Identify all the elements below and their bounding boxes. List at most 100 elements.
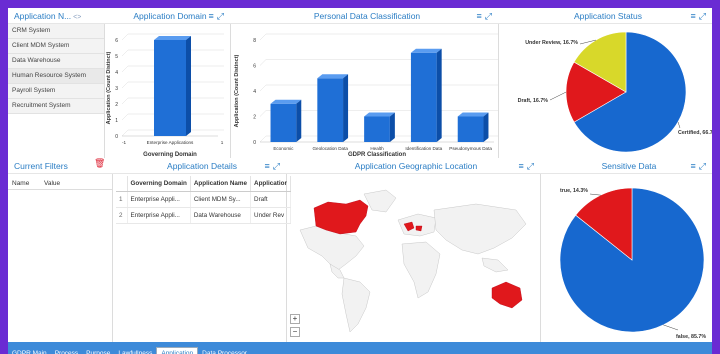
bar-top[interactable] (270, 99, 302, 104)
grid-line (259, 84, 267, 92)
app-list-item[interactable]: CRM System (8, 24, 104, 39)
details-cell-domain: Enterprise Appli... (127, 207, 191, 224)
y-tick-label: 6 (115, 38, 118, 44)
bar-side[interactable] (296, 99, 302, 142)
tab-process[interactable]: Process (51, 348, 82, 354)
bar-front[interactable] (154, 40, 186, 136)
bar-front[interactable] (364, 116, 390, 143)
trash-icon[interactable]: 🗑 (94, 158, 105, 169)
tab-purpose[interactable]: Purpose (82, 348, 114, 354)
grid-line (121, 129, 129, 137)
bar[interactable] (410, 48, 442, 142)
expand-icon[interactable]: ⤢ (699, 161, 706, 171)
x-tick-label: Geolocation Data (312, 146, 348, 151)
tab-bar: GDPR Main Process Purpose Lawfullness Applic… (8, 342, 712, 354)
app-list-item[interactable]: Client MDM System (8, 39, 104, 54)
tab-data-processor[interactable]: Data Processor (198, 348, 251, 354)
bar-side[interactable] (483, 112, 489, 143)
y-tick-label: 2 (115, 102, 118, 108)
y-tick-label: 0 (115, 134, 118, 140)
sensitive-pie-chart: false, 85.7% true, 14.3% (559, 187, 706, 340)
grid-line (121, 33, 129, 41)
y-tick-label: 4 (253, 89, 256, 95)
menu-icon[interactable]: ≡ (265, 161, 270, 171)
grid-line (259, 59, 267, 66)
details-column-header[interactable]: Applicatior (250, 176, 291, 192)
pie-label: Draft, 16.7% (518, 98, 549, 104)
menu-icon[interactable]: ≡ (691, 11, 696, 21)
app-domain-chart: 0 1 2 3 4 5 6 Enterprise Applications Applicatio… (106, 33, 224, 158)
zoom-in-button[interactable]: + (290, 314, 300, 324)
menu-icon[interactable]: ≡ (519, 161, 524, 171)
bar[interactable] (317, 74, 349, 142)
bar-side[interactable] (186, 36, 191, 136)
grid-line (259, 33, 267, 41)
menu-icon[interactable]: ≡ (691, 161, 696, 171)
x-tick-label: Enterprise Applications (147, 140, 194, 145)
personal-data-chart: 0 2 4 6 8 Economic Geolocation Data Health Ident… (234, 33, 498, 158)
grid-line (121, 65, 129, 73)
resize-arrows-icon[interactable]: <> (73, 14, 81, 21)
world-map[interactable] (286, 174, 540, 342)
filters-header: Name Value (8, 178, 112, 190)
details-cell-idx: 1 (116, 191, 128, 208)
tab-gdpr-main[interactable]: GDPR Main (8, 348, 51, 354)
bar[interactable] (364, 112, 395, 143)
dashboard: Application N... <> CRM System Client MDM … (8, 8, 712, 354)
app-list-item[interactable]: Payroll System (8, 84, 104, 99)
australia-highlight (491, 281, 523, 309)
south-america-shape (341, 277, 371, 333)
bar-top[interactable] (410, 48, 442, 53)
y-tick-label: 4 (115, 70, 118, 76)
bar-front[interactable] (457, 116, 484, 143)
expand-icon[interactable]: ⤢ (527, 161, 534, 171)
bar-side[interactable] (436, 48, 442, 142)
y-tick-label: 1 (115, 118, 118, 124)
details-cell-name: Client MDM Sy... (190, 191, 252, 208)
bar-top[interactable] (317, 74, 349, 79)
bar[interactable] (154, 36, 191, 136)
bar-side[interactable] (343, 74, 349, 142)
north-america-shape (299, 225, 365, 271)
africa-shape (401, 241, 441, 299)
bar-top[interactable] (154, 36, 191, 40)
pie-label: true, 14.3% (560, 188, 588, 194)
bar-top[interactable] (364, 112, 395, 117)
status-pie-chart: Certified, 66.7% Draft, 16.7% Under Review… (518, 31, 712, 153)
details-column-header[interactable]: Application Name (190, 176, 252, 192)
table-row[interactable]: 1 Enterprise Appli... Client MDM Sy... Draf… (116, 191, 291, 208)
bar-side[interactable] (389, 112, 395, 143)
details-column-header[interactable]: Governing Domain (127, 176, 191, 192)
zoom-out-button[interactable]: − (290, 327, 300, 337)
expand-icon[interactable]: ⤢ (217, 11, 224, 21)
app-list-item[interactable]: Data Warehouse (8, 54, 104, 69)
menu-icon[interactable]: ≡ (209, 11, 214, 21)
bar-front[interactable] (270, 103, 297, 142)
pie-label: Certified, 66.7% (678, 130, 712, 136)
x-tick-label: Health (370, 146, 384, 151)
app-list-item[interactable]: Recruitment System (8, 99, 104, 114)
pie-label-line (589, 193, 601, 196)
expand-icon[interactable]: ⤢ (699, 11, 706, 21)
table-row[interactable]: 2 Enterprise Appli... Data Warehouse Under … (116, 207, 291, 224)
details-table: Governing Domain Application Name Applicat… (116, 176, 291, 224)
southeast-asia-shape (481, 257, 509, 273)
expand-icon[interactable]: ⤢ (273, 161, 280, 171)
tab-application[interactable]: Application (156, 347, 199, 354)
app-list-item[interactable]: Human Resource System (8, 69, 104, 84)
y-axis-label: Application (Count Distinct) (106, 51, 112, 124)
tab-lawfullness[interactable]: Lawfullness (114, 348, 156, 354)
bar-top[interactable] (457, 112, 489, 117)
personal-title: Personal Data Classification (313, 11, 421, 21)
bar-front[interactable] (410, 52, 437, 142)
menu-icon[interactable]: ≡ (477, 11, 482, 21)
expand-icon[interactable]: ⤢ (485, 11, 492, 21)
europe-highlight-2 (415, 225, 423, 232)
greenland-shape (363, 189, 397, 213)
bar-front[interactable] (317, 78, 344, 142)
grid-line (259, 110, 267, 117)
bar[interactable] (270, 99, 302, 142)
y-tick-label: 6 (253, 64, 256, 70)
grid-line (121, 113, 129, 121)
bar[interactable] (457, 112, 489, 143)
